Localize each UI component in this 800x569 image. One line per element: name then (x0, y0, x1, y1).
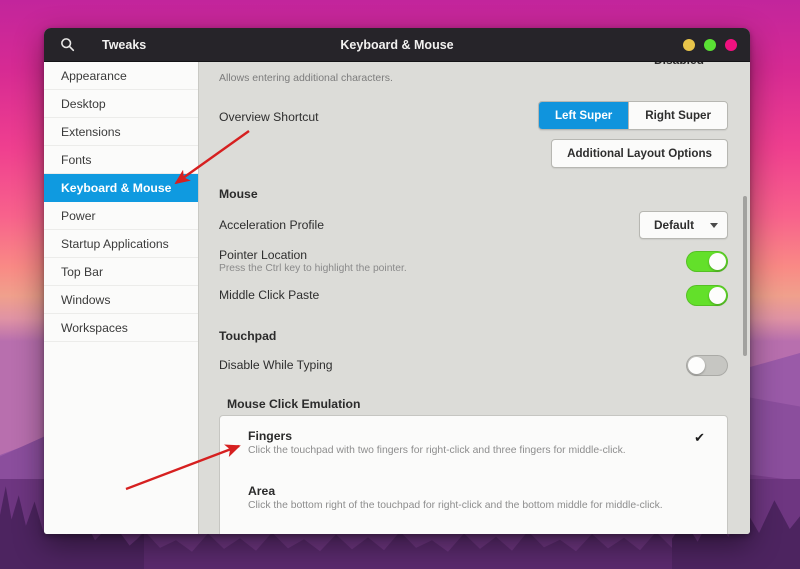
acceleration-profile-value: Default (654, 218, 694, 232)
minimize-button[interactable] (683, 39, 695, 51)
clipped-row-label: Disabled (654, 62, 704, 67)
pointer-location-label: Pointer Location (219, 248, 407, 262)
left-super-button[interactable]: Left Super (539, 102, 629, 129)
disable-while-typing-row: Disable While Typing (219, 350, 728, 380)
tweaks-window: Tweaks Keyboard & Mouse Appearance Deskt… (44, 28, 750, 534)
pointer-location-text: Pointer Location Press the Ctrl key to h… (219, 248, 407, 274)
search-icon[interactable] (44, 28, 90, 62)
sidebar-item-extensions[interactable]: Extensions (44, 118, 198, 146)
sidebar-item-label: Desktop (61, 97, 106, 111)
chevron-down-icon (710, 223, 718, 228)
sidebar-item-label: Workspaces (61, 321, 128, 335)
sidebar-item-label: Power (61, 209, 96, 223)
disable-while-typing-toggle[interactable] (686, 355, 728, 376)
emulation-option-area[interactable]: Area Click the bottom right of the touch… (220, 471, 727, 526)
middle-click-paste-row: Middle Click Paste (219, 280, 728, 310)
emulation-option-text: Fingers Click the touchpad with two fing… (248, 429, 626, 456)
overview-shortcut-controls: Left Super Right Super Additional Layout… (538, 101, 728, 168)
disable-while-typing-label: Disable While Typing (219, 358, 333, 372)
checkmark-icon: ✔ (694, 430, 705, 446)
mouse-section-heading: Mouse (219, 187, 728, 201)
touchpad-section-heading: Touchpad (219, 329, 728, 343)
window-title: Keyboard & Mouse (44, 38, 750, 52)
maximize-button[interactable] (704, 39, 716, 51)
overview-shortcut-segmented: Left Super Right Super (538, 101, 728, 130)
acceleration-profile-label: Acceleration Profile (219, 218, 324, 232)
sidebar-item-label: Appearance (61, 69, 127, 83)
right-super-button[interactable]: Right Super (629, 102, 727, 129)
sidebar-item-windows[interactable]: Windows (44, 286, 198, 314)
sidebar-item-label: Keyboard & Mouse (61, 181, 171, 195)
mouse-click-emulation-heading: Mouse Click Emulation (219, 397, 728, 411)
window-body: Appearance Desktop Extensions Fonts Keyb… (44, 62, 750, 534)
middle-click-paste-toggle[interactable] (686, 285, 728, 306)
clipped-row-above: Disabled (219, 62, 728, 70)
additional-layout-options-button[interactable]: Additional Layout Options (551, 139, 728, 168)
sidebar-item-keyboard-and-mouse[interactable]: Keyboard & Mouse (44, 174, 198, 202)
sidebar-item-label: Windows (61, 293, 110, 307)
window-controls (683, 39, 750, 51)
sidebar-item-startup-applications[interactable]: Startup Applications (44, 230, 198, 258)
settings-panel: Disabled Allows entering additional char… (199, 62, 750, 534)
scrollbar-thumb[interactable] (743, 196, 747, 356)
emulation-option-title: Area (248, 484, 663, 498)
toggle-knob (709, 287, 726, 304)
pointer-location-row: Pointer Location Press the Ctrl key to h… (219, 242, 728, 280)
toggle-knob (688, 357, 705, 374)
sidebar: Appearance Desktop Extensions Fonts Keyb… (44, 62, 199, 534)
sidebar-item-desktop[interactable]: Desktop (44, 90, 198, 118)
app-name-label: Tweaks (102, 38, 146, 52)
sidebar-item-label: Fonts (61, 153, 91, 167)
vertical-scrollbar[interactable] (742, 62, 749, 534)
emulation-option-fingers[interactable]: Fingers Click the touchpad with two fing… (220, 416, 727, 471)
pointer-location-description: Press the Ctrl key to highlight the poin… (219, 263, 407, 274)
overview-shortcut-label: Overview Shortcut (219, 110, 319, 124)
sidebar-item-label: Extensions (61, 125, 121, 139)
compose-key-description: Allows entering additional characters. (219, 71, 728, 85)
desktop-wallpaper: Tweaks Keyboard & Mouse Appearance Deskt… (0, 0, 800, 569)
emulation-option-title: Fingers (248, 429, 626, 443)
overview-shortcut-row: Overview Shortcut Left Super Right Super… (219, 101, 728, 168)
pointer-location-toggle[interactable] (686, 251, 728, 272)
acceleration-profile-row: Acceleration Profile Default (219, 208, 728, 242)
emulation-option-text: Area Click the bottom right of the touch… (248, 484, 663, 511)
emulation-option-description: Click the bottom right of the touchpad f… (248, 500, 663, 511)
mouse-click-emulation-list: Fingers Click the touchpad with two fing… (219, 415, 728, 534)
title-bar: Tweaks Keyboard & Mouse (44, 28, 750, 62)
emulation-option-disabled[interactable]: Disabled Don't use mouse click emulation… (220, 526, 727, 534)
sidebar-item-label: Startup Applications (61, 237, 169, 251)
sidebar-item-workspaces[interactable]: Workspaces (44, 314, 198, 342)
acceleration-profile-dropdown[interactable]: Default (639, 211, 728, 239)
sidebar-item-top-bar[interactable]: Top Bar (44, 258, 198, 286)
sidebar-item-fonts[interactable]: Fonts (44, 146, 198, 174)
sidebar-item-power[interactable]: Power (44, 202, 198, 230)
sidebar-item-label: Top Bar (61, 265, 103, 279)
middle-click-paste-label: Middle Click Paste (219, 288, 319, 302)
toggle-knob (709, 253, 726, 270)
close-button[interactable] (725, 39, 737, 51)
sidebar-item-appearance[interactable]: Appearance (44, 62, 198, 90)
emulation-option-description: Click the touchpad with two fingers for … (248, 445, 626, 456)
